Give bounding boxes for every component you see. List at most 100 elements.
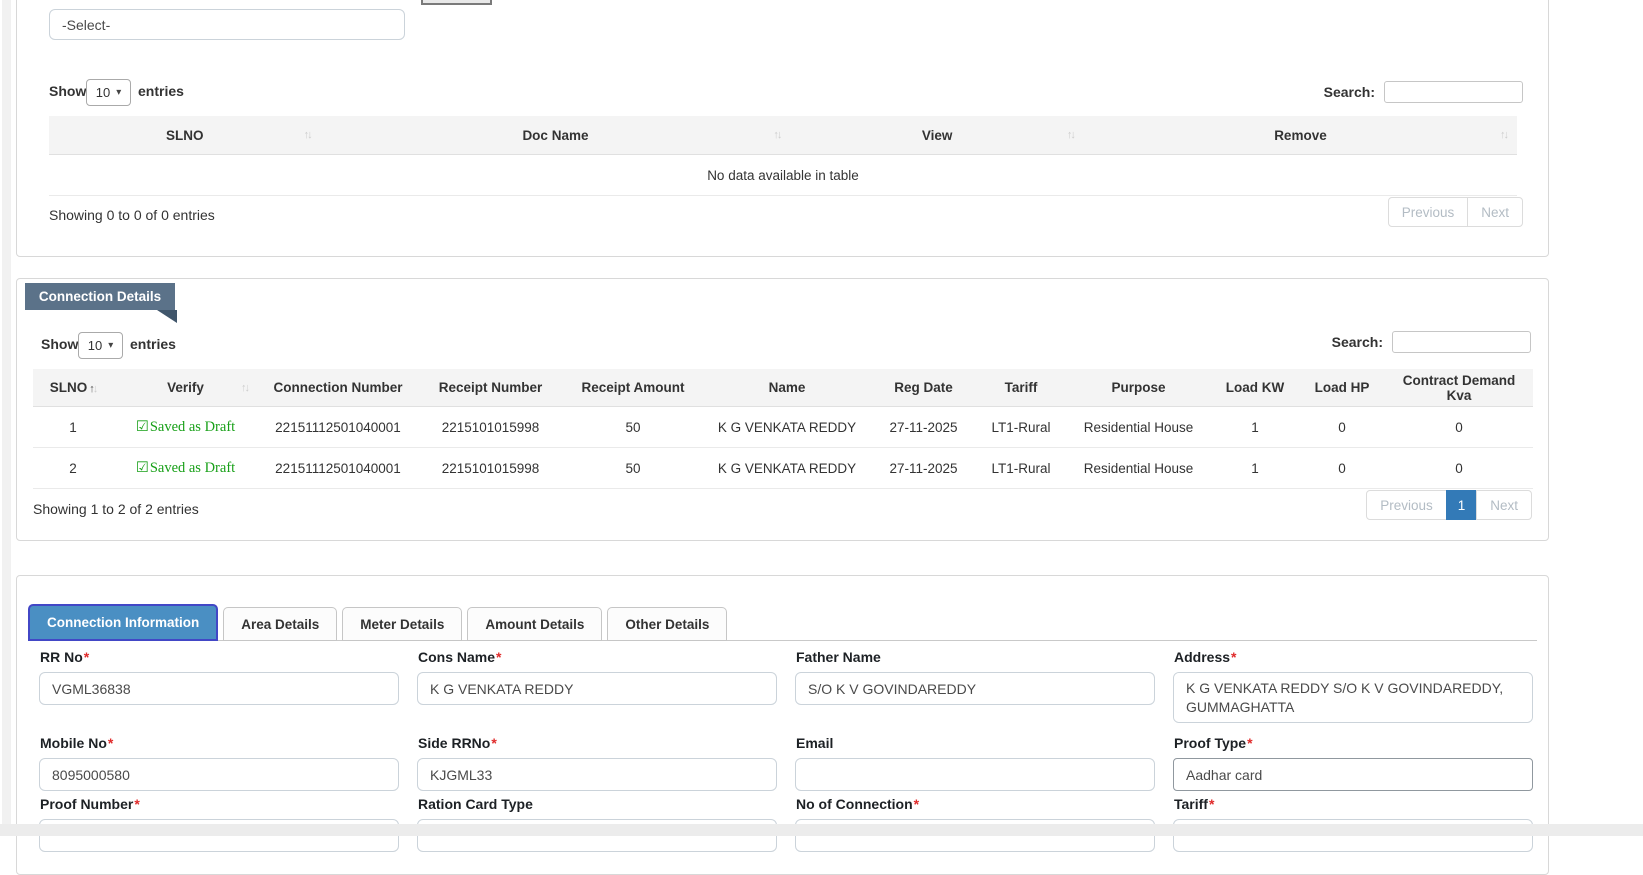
sort-icon: ↑↓ [241, 381, 250, 394]
address-textarea[interactable]: K G VENKATA REDDY S/O K V GOVINDAREDDY, … [1173, 672, 1533, 723]
conn-page-size-select[interactable]: 10 ▾ [78, 332, 123, 359]
field-side-rrno: Side RRNo* [417, 735, 777, 791]
cons-name-input[interactable] [417, 672, 777, 705]
conn-col-slno[interactable]: SLNO ↑↓ [33, 369, 113, 407]
empty-table-message: No data available in table [49, 154, 1517, 196]
entries-label: entries [130, 336, 176, 352]
form-tabs: Connection Information Area Details Mete… [28, 604, 1537, 641]
clipped-top-button[interactable] [421, 0, 492, 5]
cell-verify[interactable]: ☑Saved as Draft [113, 406, 258, 448]
bottom-clip-band [0, 824, 1643, 836]
tab-amount-details[interactable]: Amount Details [467, 607, 603, 641]
cell-receipt-number: 2215101015998 [418, 406, 563, 448]
field-proof-type: Proof Type* [1173, 735, 1533, 791]
cell-load-hp: 0 [1299, 406, 1385, 448]
chevron-down-icon: ▾ [116, 87, 122, 98]
page-left-gutter [2, 0, 11, 836]
tab-area-details[interactable]: Area Details [223, 607, 338, 641]
conn-search-input[interactable] [1392, 331, 1531, 353]
proof-type-select[interactable] [1173, 758, 1533, 791]
sort-icon: ↑↓ [773, 129, 782, 141]
cell-receipt-number: 2215101015998 [418, 447, 563, 489]
checked-checkbox-icon: ☑ [135, 418, 149, 435]
connection-details-title: Connection Details [25, 283, 175, 310]
tab-other-details[interactable]: Other Details [607, 607, 728, 641]
cell-purpose: Residential House [1066, 406, 1211, 448]
cell-reg-date: 27-11-2025 [871, 447, 976, 489]
tab-connection-information[interactable]: Connection Information [28, 604, 219, 641]
email-input[interactable] [795, 758, 1155, 791]
doc-type-select[interactable] [49, 9, 405, 40]
conn-show-entries: Show 10 ▾ entries [41, 332, 341, 359]
chevron-down-icon: ▾ [108, 340, 114, 351]
previous-button[interactable]: Previous [1387, 197, 1469, 227]
cell-purpose: Residential House [1066, 447, 1211, 489]
cell-contract-demand: 0 [1385, 406, 1533, 448]
next-button[interactable]: Next [1476, 490, 1532, 520]
docs-search-input[interactable] [1384, 81, 1523, 103]
docs-search: Search: [1223, 81, 1523, 105]
entries-label: entries [138, 83, 184, 99]
cell-tariff: LT1-Rural [976, 406, 1066, 448]
conn-col-receipt-amount[interactable]: Receipt Amount [563, 369, 703, 407]
conn-pagination: Previous 1 Next [1366, 490, 1532, 520]
side-rrno-input[interactable] [417, 758, 777, 791]
cell-verify[interactable]: ☑Saved as Draft [113, 447, 258, 489]
docs-col-docname[interactable]: Doc Name ↑↓ [320, 116, 791, 155]
connection-table: SLNO ↑↓ Verify ↑↓ Connection Number Recei… [33, 369, 1533, 489]
conn-col-contract-demand[interactable]: Contract Demand Kva [1385, 369, 1533, 407]
cell-load-hp: 0 [1299, 447, 1385, 489]
checked-checkbox-icon: ☑ [135, 459, 149, 476]
required-marker: * [83, 649, 90, 665]
page-1-button[interactable]: 1 [1445, 490, 1478, 520]
field-mobile-no: Mobile No* [39, 735, 399, 791]
conn-table-info: Showing 1 to 2 of 2 entries [33, 501, 199, 517]
cell-receipt-amount: 50 [563, 447, 703, 489]
cell-load-kw: 1 [1211, 406, 1299, 448]
docs-col-slno[interactable]: SLNO ↑↓ [49, 116, 321, 155]
required-marker: * [1231, 649, 1237, 665]
conn-col-load-hp[interactable]: Load HP [1299, 369, 1385, 407]
field-father-name: Father Name [795, 649, 1155, 705]
tab-meter-details[interactable]: Meter Details [342, 607, 463, 641]
sort-icon: ↑↓ [303, 129, 313, 141]
search-label: Search: [1323, 84, 1375, 100]
table-row: 1 ☑Saved as Draft 22151112501040001 2215… [33, 406, 1533, 448]
docs-table-info: Showing 0 to 0 of 0 entries [49, 207, 215, 223]
conn-col-reg-date[interactable]: Reg Date [871, 369, 976, 407]
mobile-no-input[interactable] [39, 758, 399, 791]
docs-show-entries: Show 10 ▾ entries [49, 79, 349, 106]
docs-pagination: Previous Next [1387, 197, 1523, 227]
conn-col-tariff[interactable]: Tariff [976, 369, 1066, 407]
next-button[interactable]: Next [1467, 197, 1523, 227]
conn-col-load-kw[interactable]: Load KW [1211, 369, 1299, 407]
conn-search: Search: [1231, 331, 1531, 355]
rr-no-input[interactable] [39, 672, 399, 705]
cell-connection-number: 22151112501040001 [258, 406, 418, 448]
conn-col-verify[interactable]: Verify ↑↓ [113, 369, 258, 407]
docs-col-remove[interactable]: Remove ↑↓ [1083, 116, 1517, 155]
field-address: Address* K G VENKATA REDDY S/O K V GOVIN… [1173, 649, 1533, 728]
previous-button[interactable]: Previous [1366, 490, 1447, 520]
show-label: Show [41, 336, 79, 352]
required-marker: * [491, 735, 497, 751]
cell-receipt-amount: 50 [563, 406, 703, 448]
cell-reg-date: 27-11-2025 [871, 406, 976, 448]
connection-information-form: RR No* Cons Name* Father Name Address* K… [39, 649, 1533, 852]
father-name-input[interactable] [795, 672, 1155, 705]
field-rr-no: RR No* [39, 649, 399, 705]
conn-col-purpose[interactable]: Purpose [1066, 369, 1211, 407]
documents-panel: Show 10 ▾ entries Search: SLNO ↑↓ Doc Na… [16, 0, 1549, 257]
documents-table: SLNO ↑↓ Doc Name ↑↓ View ↑↓ Remove ↑↓ No… [49, 116, 1517, 196]
docs-page-size-select[interactable]: 10 ▾ [86, 79, 131, 106]
conn-col-name[interactable]: Name [703, 369, 871, 407]
conn-col-connection-number[interactable]: Connection Number [258, 369, 418, 407]
docs-col-view[interactable]: View ↑↓ [790, 116, 1084, 155]
conn-col-receipt-number[interactable]: Receipt Number [418, 369, 563, 407]
cell-load-kw: 1 [1211, 447, 1299, 489]
cell-slno: 2 [33, 447, 113, 489]
cell-connection-number: 22151112501040001 [258, 447, 418, 489]
sort-icon: ↑↓ [1500, 129, 1509, 141]
field-cons-name: Cons Name* [417, 649, 777, 705]
required-marker: * [1208, 796, 1215, 812]
